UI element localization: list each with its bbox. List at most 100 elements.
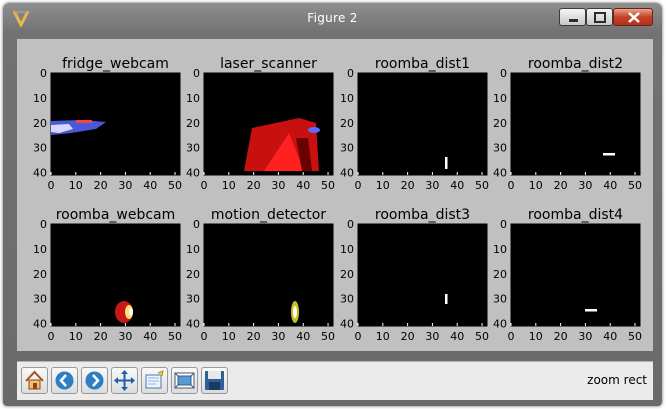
- subplot-roomba_dist4[interactable]: roomba_dist4 0 10 20 30 40 50 0 10 20 30 40: [493, 207, 642, 343]
- x-tick-label: 0: [48, 179, 55, 192]
- figure-plot[interactable]: fridge_webcam 0 10 20 30 40 50 0 10 20 30 40 laser_s…: [17, 39, 653, 351]
- x-tick-label: 10: [222, 330, 236, 343]
- x-tick-label: 30: [271, 179, 285, 192]
- zoom-rect-button[interactable]: [141, 367, 168, 394]
- y-tick-label: 30: [33, 293, 47, 306]
- subplot-motion_detector[interactable]: motion_detector 0 10 20 30 40 50 0 10 20 30 40: [186, 207, 335, 343]
- y-tick-label: 40: [340, 167, 354, 180]
- minimize-icon: [569, 19, 578, 22]
- x-tick-label: 40: [450, 179, 464, 192]
- maximize-button[interactable]: [586, 8, 613, 26]
- subplot-roomba_dist1[interactable]: roomba_dist1 0 10 20 30 40 50 0 10 20 30 40: [340, 56, 489, 192]
- x-tick-label: 20: [94, 179, 108, 192]
- subplot-title: motion_detector: [211, 207, 326, 223]
- home-button[interactable]: [21, 367, 48, 394]
- y-tick-label: 20: [186, 268, 200, 281]
- y-tick-label: 20: [493, 268, 507, 281]
- x-tick-label: 30: [578, 179, 592, 192]
- y-tick-label: 30: [493, 293, 507, 306]
- home-icon: [25, 370, 44, 390]
- subplot-laser_scanner[interactable]: laser_scanner 0 10 20 30 40 50 0 10 20 30 40: [186, 56, 335, 192]
- x-tick-label: 40: [450, 330, 464, 343]
- navigation-toolbar: zoom rect: [17, 361, 653, 400]
- subplot-title: fridge_webcam: [62, 56, 169, 72]
- x-tick-label: 40: [143, 330, 157, 343]
- y-tick-label: 10: [493, 243, 507, 256]
- subplot-roomba_dist2[interactable]: roomba_dist2 0 10 20 30 40 50 0 10 20 30 40: [493, 56, 642, 192]
- x-tick-label: 0: [201, 179, 208, 192]
- maximize-icon: [594, 12, 606, 23]
- y-tick-label: 30: [186, 142, 200, 155]
- x-tick-label: 40: [296, 330, 310, 343]
- y-tick-label: 20: [340, 268, 354, 281]
- close-icon: [628, 12, 640, 23]
- y-tick-label: 0: [500, 218, 507, 231]
- pan-icon: [114, 370, 135, 391]
- image-area[interactable]: [357, 223, 488, 327]
- x-tick-label: 50: [168, 179, 182, 192]
- x-tick-label: 10: [69, 330, 83, 343]
- y-tick-label: 10: [340, 243, 354, 256]
- zoom-rect-icon: [145, 370, 164, 389]
- image-area[interactable]: [510, 72, 641, 176]
- title-bar[interactable]: Figure 2: [3, 3, 662, 33]
- subplot-title: roomba_dist1: [375, 56, 470, 72]
- x-tick-label: 10: [376, 179, 390, 192]
- mode-label: zoom rect: [587, 373, 647, 387]
- close-button[interactable]: [613, 8, 653, 26]
- save-icon: [205, 371, 224, 390]
- x-tick-label: 50: [321, 330, 335, 343]
- y-tick-label: 0: [40, 67, 47, 80]
- x-tick-label: 20: [401, 179, 415, 192]
- subplots-button[interactable]: [171, 367, 198, 394]
- y-tick-label: 0: [500, 67, 507, 80]
- y-tick-label: 20: [186, 117, 200, 130]
- subplot-title: roomba_dist3: [375, 207, 470, 223]
- subplot-roomba_dist3[interactable]: roomba_dist3 0 10 20 30 40 50 0 10 20 30 40: [340, 207, 489, 343]
- x-tick-label: 30: [578, 330, 592, 343]
- x-tick-label: 0: [508, 179, 515, 192]
- minimize-button[interactable]: [559, 8, 586, 26]
- subplots-icon: [174, 372, 195, 389]
- subplot-title: roomba_dist2: [528, 56, 623, 72]
- back-button[interactable]: [51, 367, 78, 394]
- subplot-roomba_webcam[interactable]: roomba_webcam 0 10 20 30 40 50 0 10 20 30 40: [33, 207, 182, 343]
- x-tick-label: 20: [247, 330, 261, 343]
- y-tick-label: 40: [186, 167, 200, 180]
- subplot-fridge_webcam[interactable]: fridge_webcam 0 10 20 30 40 50 0 10 20 30 40: [33, 56, 182, 192]
- pan-button[interactable]: [111, 367, 138, 394]
- forward-button[interactable]: [81, 367, 108, 394]
- x-tick-label: 30: [271, 330, 285, 343]
- x-tick-label: 30: [118, 179, 132, 192]
- image-area[interactable]: [510, 223, 641, 327]
- x-tick-label: 40: [603, 330, 617, 343]
- x-tick-label: 0: [201, 330, 208, 343]
- y-tick-label: 10: [186, 243, 200, 256]
- y-tick-label: 20: [340, 117, 354, 130]
- y-tick-label: 40: [493, 167, 507, 180]
- y-tick-label: 0: [193, 218, 200, 231]
- x-tick-label: 20: [247, 179, 261, 192]
- image-area[interactable]: [203, 223, 334, 327]
- y-tick-label: 20: [33, 268, 47, 281]
- image-area[interactable]: [357, 72, 488, 176]
- y-tick-label: 30: [493, 142, 507, 155]
- y-tick-label: 0: [347, 218, 354, 231]
- x-tick-label: 20: [401, 330, 415, 343]
- y-tick-label: 30: [33, 142, 47, 155]
- y-tick-label: 30: [340, 142, 354, 155]
- save-button[interactable]: [201, 367, 228, 394]
- x-tick-label: 30: [425, 179, 439, 192]
- x-tick-label: 20: [94, 330, 108, 343]
- x-tick-label: 50: [628, 330, 642, 343]
- x-tick-label: 50: [168, 330, 182, 343]
- y-tick-label: 10: [186, 92, 200, 105]
- figure-canvas[interactable]: fridge_webcam 0 10 20 30 40 50 0 10 20 30 40 laser_s…: [17, 39, 653, 351]
- image-content: [445, 294, 448, 304]
- subplot-title: laser_scanner: [220, 56, 317, 72]
- subplot-title: roomba_webcam: [56, 207, 176, 223]
- y-tick-label: 20: [493, 117, 507, 130]
- x-tick-label: 40: [296, 179, 310, 192]
- x-tick-label: 50: [628, 179, 642, 192]
- x-tick-label: 50: [475, 179, 489, 192]
